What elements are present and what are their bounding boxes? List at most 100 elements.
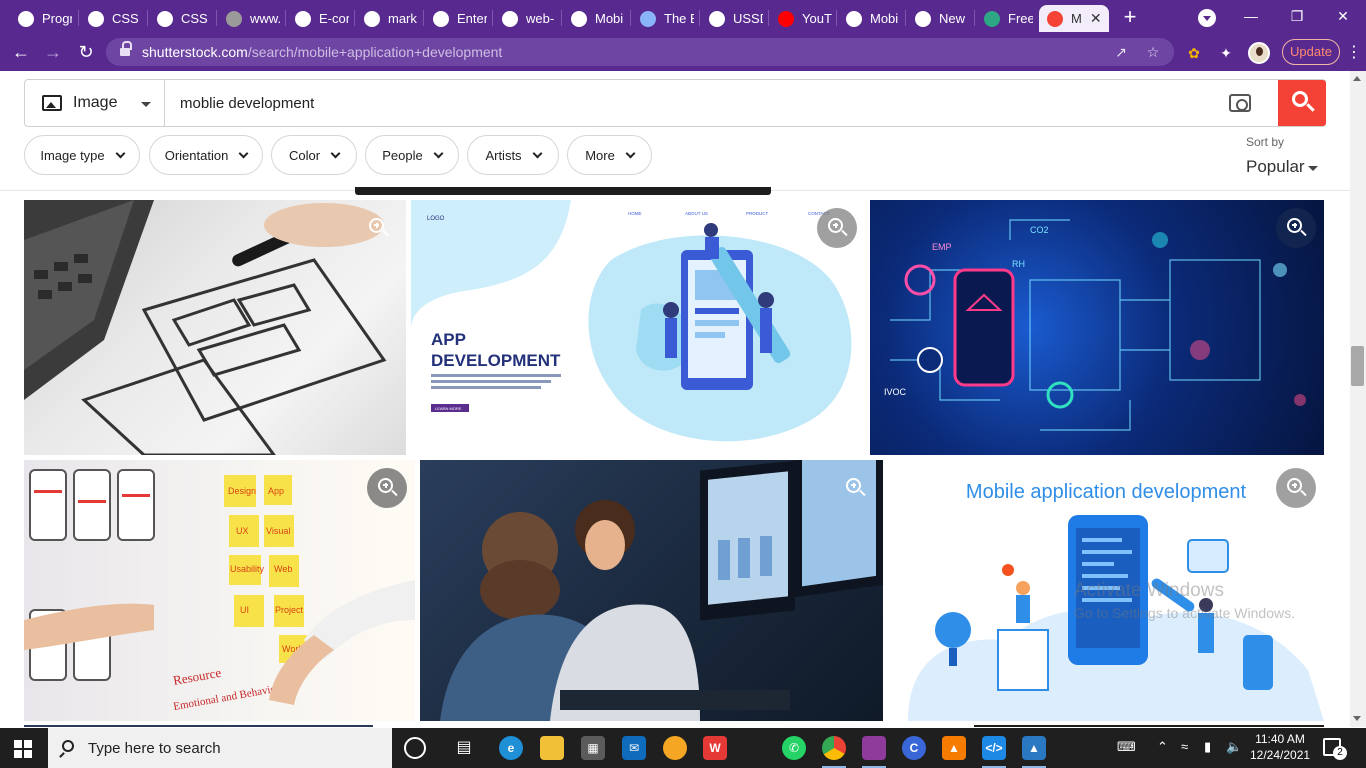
zoom-button[interactable] <box>1276 208 1316 248</box>
url-text[interactable]: shutterstock.com/search/mobile+applicati… <box>142 44 502 60</box>
cc-cleaner-icon[interactable]: C <box>902 736 926 760</box>
extensions-puzzle-icon[interactable]: ✦ <box>1216 43 1236 63</box>
update-button[interactable]: Update <box>1282 39 1340 65</box>
minimize-icon[interactable]: — <box>1236 4 1266 28</box>
microsoft-store-icon[interactable]: ▦ <box>581 736 605 760</box>
wps-office-icon[interactable]: W <box>703 736 727 760</box>
browser-tab[interactable]: USSD <box>703 5 763 32</box>
reload-icon[interactable]: ↻ <box>74 40 98 64</box>
profile-avatar[interactable] <box>1248 42 1270 64</box>
search-input[interactable]: moblie development <box>180 95 314 112</box>
back-icon[interactable]: ← <box>9 40 33 64</box>
scroll-down-arrow-icon[interactable] <box>1353 716 1361 721</box>
close-tab-icon[interactable]: ✕ <box>1090 10 1102 27</box>
zoom-button[interactable] <box>358 208 398 248</box>
close-window-icon[interactable]: ✕ <box>1328 4 1358 28</box>
camera-search-icon[interactable] <box>1229 94 1251 112</box>
forward-icon[interactable]: → <box>41 40 65 64</box>
scroll-up-arrow-icon[interactable] <box>1353 76 1361 81</box>
bookmark-star-icon[interactable]: ☆ <box>1144 43 1162 61</box>
kebab-menu-icon[interactable]: ⋮ <box>1346 42 1362 64</box>
circuit-label-co2: CO2 <box>1030 225 1049 235</box>
zoom-icon-handle <box>1300 229 1307 237</box>
taskbar-clock[interactable]: 11:40 AM 12/24/2021 <box>1250 731 1310 763</box>
browser-tab[interactable]: www. <box>220 5 280 32</box>
browser-tab[interactable]: E-cor <box>289 5 349 32</box>
brave-browser-icon[interactable] <box>663 736 687 760</box>
battery-icon[interactable]: ▮ <box>1204 739 1211 755</box>
mail-icon[interactable]: ✉ <box>622 736 646 760</box>
filter-more[interactable]: More <box>567 135 652 175</box>
browser-tab[interactable]: Mobi <box>565 5 625 32</box>
previous-row-image-edge <box>355 187 771 195</box>
browser-tab[interactable]: Enter <box>427 5 487 32</box>
browser-tab-title: M <box>1071 11 1082 26</box>
browser-tab[interactable]: New <box>909 5 969 32</box>
globe-icon <box>364 10 380 27</box>
chrome-icon[interactable] <box>822 736 846 768</box>
filter-artists[interactable]: Artists <box>467 135 559 175</box>
image-type-select[interactable]: Image <box>25 80 165 126</box>
browser-tab-title: YouT <box>802 11 832 26</box>
sort-select[interactable]: Popular <box>1246 157 1305 177</box>
new-tab-button[interactable]: + <box>1120 4 1140 30</box>
browser-tab[interactable]: CSS b <box>151 5 211 32</box>
show-hidden-icons-chevron-icon[interactable]: ⌃ <box>1157 739 1168 755</box>
browser-tab[interactable]: web- <box>496 5 556 32</box>
zoom-button[interactable] <box>835 468 875 508</box>
notification-center-icon[interactable]: 2 <box>1323 738 1347 760</box>
zoom-button[interactable] <box>817 208 857 248</box>
zoom-button[interactable] <box>1276 468 1316 508</box>
watermark-line1: Activate Windows <box>1074 580 1224 601</box>
vscode-icon[interactable]: </> <box>982 736 1006 768</box>
taskbar-search-box[interactable]: Type here to search <box>48 728 392 768</box>
note-project: Project <box>275 605 304 615</box>
wifi-icon[interactable]: ≈ <box>1181 739 1188 754</box>
tab-search-icon[interactable] <box>1198 9 1216 27</box>
filter-people[interactable]: People <box>365 135 459 175</box>
share-icon[interactable]: ↗ <box>1112 43 1130 61</box>
vlc-icon[interactable]: ▲ <box>942 736 966 760</box>
filter-image-type[interactable]: Image type <box>24 135 140 175</box>
circuit-label-rh: RH <box>1012 259 1025 269</box>
whatsapp-icon[interactable]: ✆ <box>782 736 806 760</box>
filter-orientation[interactable]: Orientation <box>149 135 263 175</box>
color-picker-extension-icon[interactable]: ✿ <box>1184 43 1204 63</box>
winrar-icon[interactable] <box>862 736 886 768</box>
search-icon-handle <box>59 752 65 758</box>
browser-tab[interactable]: Mobi <box>840 5 900 32</box>
dribbble-icon <box>984 10 1000 27</box>
keyboard-layout-icon[interactable]: ⌨ <box>1117 739 1136 755</box>
browser-tab[interactable]: CSS l <box>82 5 142 32</box>
file-explorer-icon[interactable] <box>540 736 564 760</box>
windows-start-icon[interactable] <box>14 740 32 758</box>
browser-tab[interactable]: YouT <box>772 5 832 32</box>
address-bar[interactable]: shutterstock.com/search/mobile+applicati… <box>106 38 1174 66</box>
scrollbar-thumb[interactable] <box>1351 346 1364 386</box>
browser-tab-title: Free <box>1008 11 1033 26</box>
browser-tab[interactable]: mark <box>358 5 418 32</box>
browser-tab-strip: Progr CSS l CSS b www. E-cor mark Enter web- Mob… <box>0 0 1366 34</box>
edge-icon[interactable]: e <box>499 736 523 760</box>
restore-icon[interactable]: ❐ <box>1282 4 1312 28</box>
result-image-app-development[interactable]: APP DEVELOPMENT LEARN MORE LOGO HOME ABO… <box>411 200 865 455</box>
tab-separator <box>768 10 769 26</box>
browser-tab[interactable]: M ✕ <box>1039 5 1109 32</box>
browser-tab-title: New <box>939 11 966 26</box>
filter-color[interactable]: Color <box>271 135 357 175</box>
volume-icon[interactable]: 🔈 <box>1226 739 1242 755</box>
youtube-icon <box>778 10 794 27</box>
task-view-icon[interactable]: ▤ <box>452 736 476 760</box>
photos-icon[interactable]: ▲ <box>1022 736 1046 768</box>
result-image-developers-at-monitors[interactable] <box>420 460 883 721</box>
page-scrollbar[interactable] <box>1350 71 1366 727</box>
browser-tab[interactable]: Free <box>978 5 1033 32</box>
zoom-button[interactable] <box>367 468 407 508</box>
browser-tab[interactable]: The B <box>634 5 694 32</box>
result-image-smart-home-circuit[interactable]: EMP CO2 RH IVOC <box>870 200 1324 455</box>
browser-tab[interactable]: Progr <box>12 5 72 32</box>
result-image-wireframe-sketch[interactable] <box>24 200 406 455</box>
search-button[interactable] <box>1278 80 1326 126</box>
cortana-icon[interactable] <box>404 737 426 759</box>
result-image-sticky-notes-planning[interactable]: Design App UX Visual Usability Web UI Pr… <box>24 460 415 721</box>
